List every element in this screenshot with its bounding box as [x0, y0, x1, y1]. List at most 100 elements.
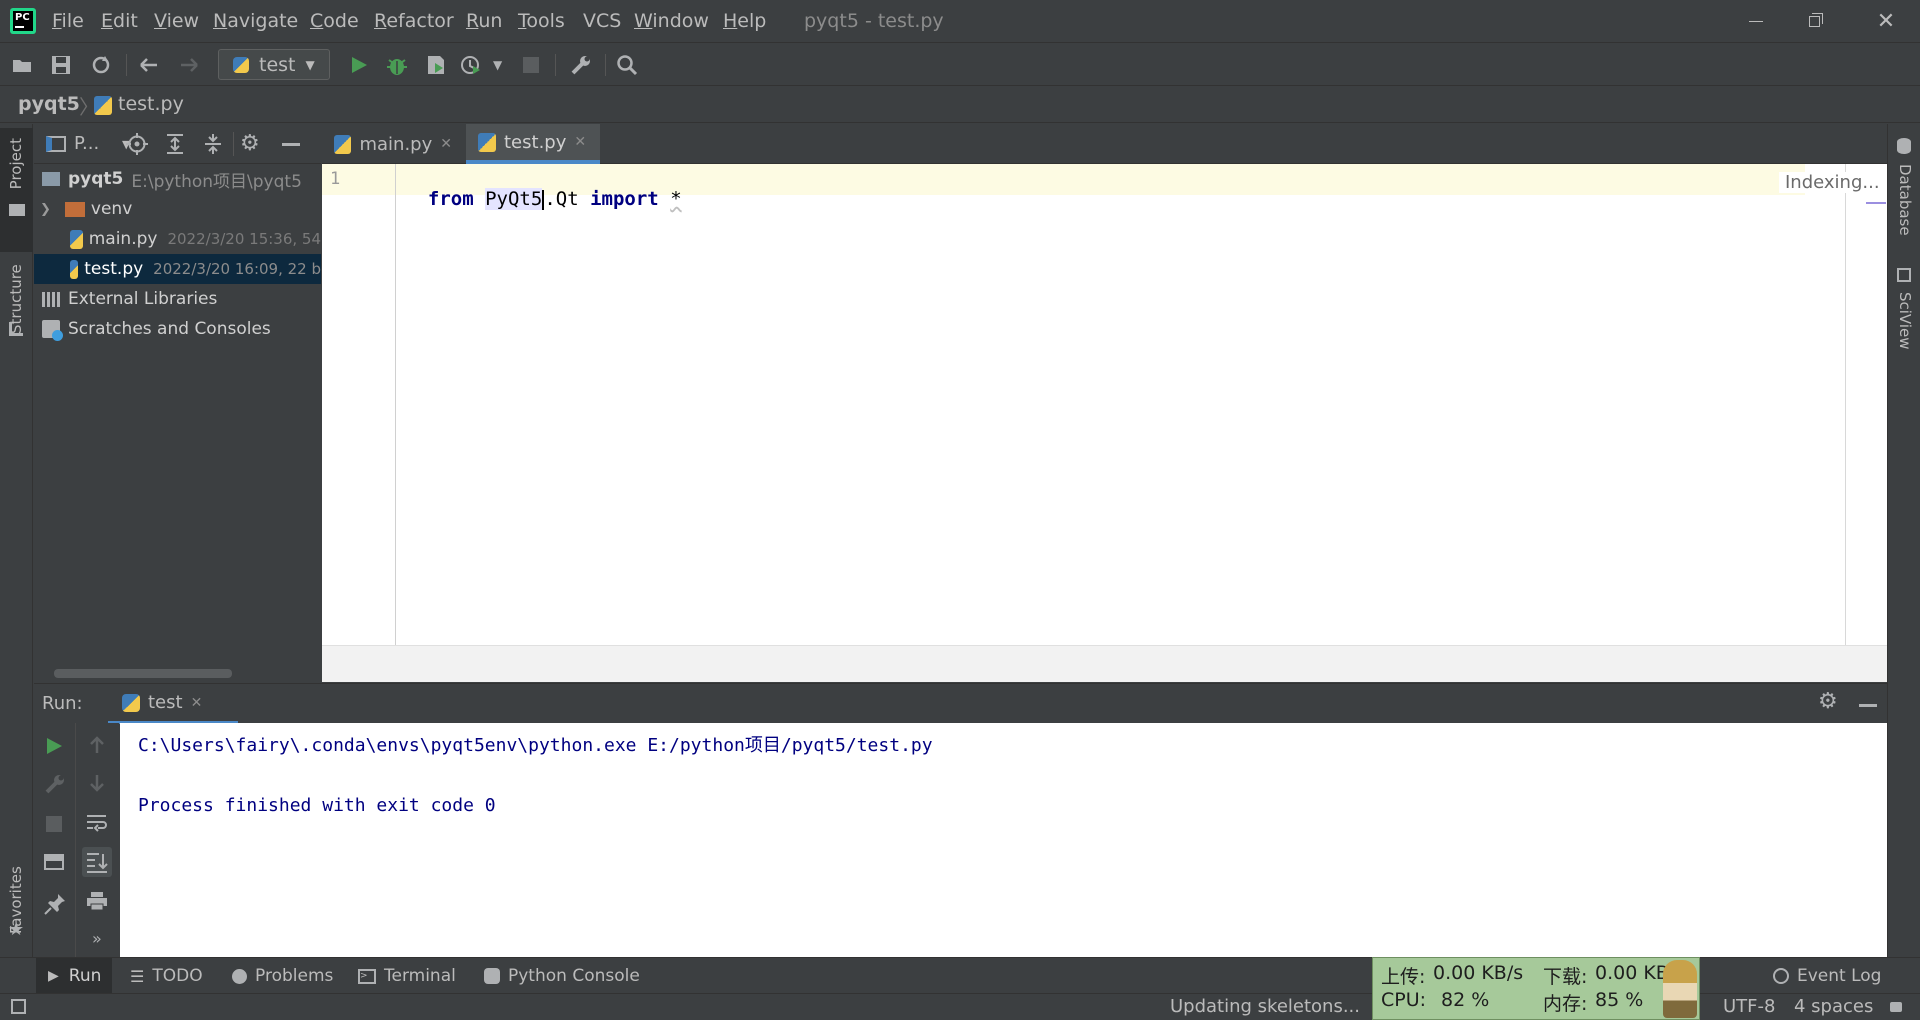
breadcrumb-file[interactable]: test.py — [118, 93, 184, 115]
search-icon[interactable] — [614, 52, 640, 78]
menu-run[interactable]: Run — [466, 10, 502, 32]
editor-gutter: 1 — [322, 164, 396, 645]
menu-vcs[interactable]: VCS — [583, 10, 621, 32]
console-output[interactable]: C:\Users\fairy\.conda\envs\pyqt5env\pyth… — [120, 723, 1887, 957]
hide-panel-icon[interactable] — [282, 143, 300, 146]
code-line-1[interactable]: from PyQt5 .Qt import * — [405, 166, 682, 210]
menu-refactor[interactable]: Refactor — [374, 10, 454, 32]
tree-item-external-libraries[interactable]: External Libraries — [34, 284, 321, 314]
menu-window[interactable]: Window — [634, 10, 709, 32]
tree-item-venv[interactable]: ❯ venv — [34, 194, 321, 224]
problems-tool-label: Problems — [255, 966, 334, 986]
lock-icon[interactable] — [1890, 1002, 1902, 1012]
menu-navigate[interactable]: Navigate — [213, 10, 298, 32]
hide-panel-icon[interactable] — [1859, 704, 1877, 707]
tree-item-scratches[interactable]: Scratches and Consoles — [34, 314, 321, 344]
close-tab-icon[interactable]: ✕ — [191, 695, 203, 711]
tree-main-name: main.py — [88, 229, 158, 249]
back-arrow-icon[interactable] — [136, 52, 162, 78]
right-margin-line — [1845, 164, 1846, 645]
debug-icon[interactable] — [384, 52, 410, 78]
locate-icon[interactable] — [126, 133, 148, 155]
close-button[interactable]: ✕ — [1866, 0, 1906, 43]
background-task-status[interactable]: Updating skeletons... — [1170, 996, 1360, 1017]
python-icon — [122, 693, 140, 712]
sync-icon[interactable] — [88, 52, 114, 78]
profile-icon[interactable] — [458, 52, 484, 78]
tab-test-py[interactable]: test.py ✕ — [466, 124, 600, 164]
forward-arrow-icon[interactable] — [176, 52, 202, 78]
mem-label: 内存: — [1543, 993, 1588, 1015]
gear-icon[interactable]: ⚙ — [1818, 689, 1838, 714]
menu-edit[interactable]: Edit — [101, 10, 138, 32]
upload-label: 上传: — [1381, 966, 1426, 988]
menu-file[interactable]: File — [52, 10, 84, 32]
menu-view[interactable]: View — [154, 10, 199, 32]
scroll-to-end-icon[interactable] — [82, 847, 112, 877]
indent-setting[interactable]: 4 spaces — [1794, 996, 1873, 1017]
wrench-icon[interactable] — [44, 773, 66, 800]
save-icon[interactable] — [48, 52, 74, 78]
panel-divider — [233, 132, 234, 156]
arrow-down-icon[interactable] — [88, 773, 106, 798]
soft-wrap-icon[interactable] — [86, 813, 108, 838]
terminal-tool-button[interactable]: > Terminal — [358, 966, 456, 986]
collapse-all-icon[interactable] — [202, 133, 224, 155]
tab-main-py[interactable]: main.py ✕ — [322, 124, 464, 164]
run-config-dropdown[interactable]: test ▼ — [218, 49, 330, 80]
play-icon: ▶ — [48, 968, 59, 984]
star-icon: ★ — [8, 919, 25, 940]
run-tool-button[interactable]: ▶ Run — [36, 958, 112, 994]
line-number: 1 — [330, 169, 341, 189]
todo-tool-button[interactable]: ☰ TODO — [130, 966, 203, 986]
run-icon[interactable] — [346, 52, 372, 78]
pin-icon[interactable] — [44, 893, 66, 920]
menu-help[interactable]: Help — [723, 10, 766, 32]
code-editor[interactable] — [322, 164, 1887, 645]
terminal-tool-label: Terminal — [384, 966, 456, 986]
expand-all-icon[interactable] — [164, 133, 186, 155]
tree-item-test-py[interactable]: test.py 2022/3/20 16:09, 22 b — [34, 254, 321, 284]
tab-main-label: main.py — [359, 133, 433, 155]
project-tool-button[interactable]: Project — [0, 128, 33, 252]
breadcrumb-project[interactable]: pyqt5 — [18, 93, 80, 115]
file-encoding[interactable]: UTF-8 — [1723, 996, 1775, 1017]
sciview-tool-button[interactable]: SciView — [1896, 292, 1914, 350]
tree-item-root[interactable]: pyqt5 E:\python项目\pyqt5 — [34, 164, 321, 194]
python-console-tool-button[interactable]: Python Console — [484, 966, 640, 986]
python-file-icon — [70, 229, 83, 249]
menu-tools[interactable]: Tools — [518, 10, 565, 32]
run-tab-test[interactable]: test ✕ — [108, 684, 238, 724]
tree-item-main-py[interactable]: main.py 2022/3/20 15:36, 54 — [34, 224, 321, 254]
event-log-tool-button[interactable]: Event Log — [1773, 966, 1881, 986]
menu-code[interactable]: Code — [310, 10, 359, 32]
more-icon[interactable]: » — [92, 929, 102, 948]
event-log-icon — [1773, 968, 1789, 984]
horizontal-scrollbar[interactable] — [54, 669, 232, 678]
problems-tool-button[interactable]: Problems — [232, 966, 333, 986]
rerun-icon[interactable] — [45, 736, 63, 761]
minimize-button[interactable] — [1736, 0, 1776, 43]
close-tab-icon[interactable]: ✕ — [574, 134, 586, 150]
structure-tool-button[interactable]: Structure — [7, 244, 25, 334]
coverage-icon[interactable] — [423, 52, 449, 78]
left-tool-strip: Project Structure Favorites ★ — [0, 124, 33, 957]
run-tool-label: Run — [68, 966, 102, 986]
chevron-down-icon[interactable]: ▼ — [493, 58, 502, 72]
tree-root-path: E:\python项目\pyqt5 — [131, 171, 302, 192]
restore-button[interactable] — [1795, 0, 1835, 43]
download-label: 下载: — [1543, 966, 1588, 988]
toggle-tool-windows-icon[interactable] — [11, 999, 26, 1014]
arrow-up-icon[interactable] — [88, 735, 106, 760]
stop-icon[interactable] — [46, 816, 62, 832]
project-view-selector[interactable]: P... — [74, 133, 99, 154]
python-file-icon — [94, 96, 112, 115]
stop-icon[interactable] — [518, 52, 544, 78]
close-tab-icon[interactable]: ✕ — [440, 136, 452, 152]
wrench-icon[interactable] — [568, 52, 594, 78]
open-folder-icon[interactable] — [10, 52, 36, 78]
gear-icon[interactable]: ⚙ — [240, 131, 260, 156]
layout-icon[interactable] — [44, 854, 64, 870]
print-icon[interactable] — [86, 891, 108, 916]
database-tool-button[interactable]: Database — [1896, 164, 1914, 236]
